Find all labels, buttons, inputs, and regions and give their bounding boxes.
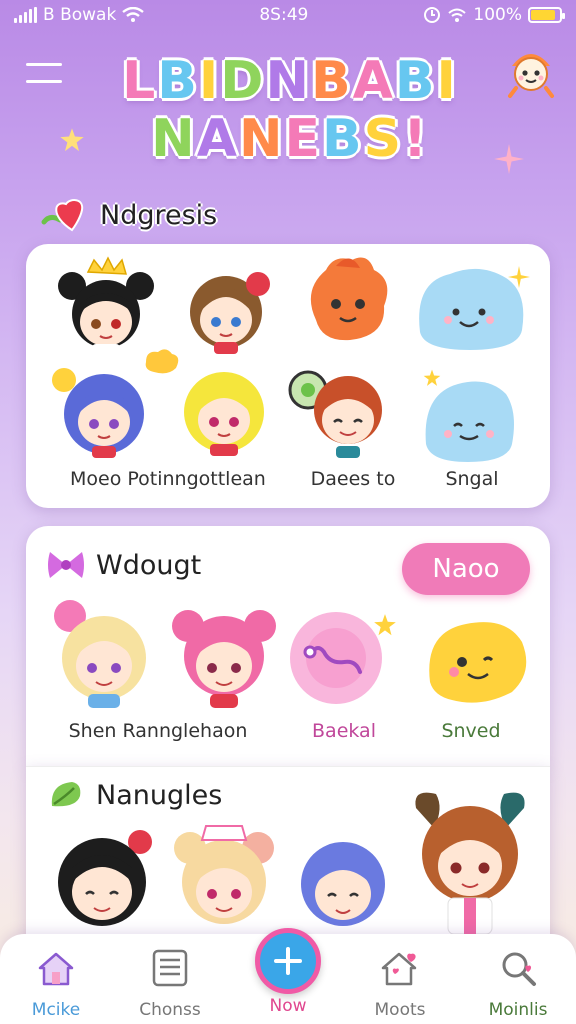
- sticker-caption: Sngal: [445, 468, 499, 490]
- title-letter: D: [219, 51, 266, 111]
- sticker-yellow-slime[interactable]: [422, 612, 534, 708]
- battery-fill: [531, 10, 555, 20]
- sticker-girl-black-hair[interactable]: [44, 824, 160, 934]
- heart-icon: [41, 199, 84, 232]
- title-line-1: LBIDNBABI: [110, 51, 470, 111]
- title-letter: B: [321, 109, 364, 169]
- sticker-girl-dog-ears[interactable]: [408, 788, 532, 934]
- leaf-icon: [51, 782, 81, 807]
- title-letter: I: [435, 51, 458, 111]
- status-left: B Bowak: [14, 5, 145, 25]
- app-title: LBIDNBABI NANEBS!: [110, 51, 470, 169]
- search-heart-icon: [496, 946, 540, 990]
- home-icon: [34, 946, 78, 990]
- section-heading-2: Wdougt: [46, 548, 201, 582]
- title-letter: !: [402, 109, 429, 169]
- title-letter: N: [238, 109, 285, 169]
- star-icon: [423, 369, 441, 386]
- section-heading-1: Ndgresis: [40, 196, 217, 234]
- title-letter: E: [283, 109, 323, 169]
- section-action-button[interactable]: Naoo: [402, 543, 530, 595]
- wifi-small-icon: [448, 8, 467, 22]
- sticker-boy-blue-hair[interactable]: [288, 824, 398, 934]
- status-bar: B Bowak 8S:49 100%: [0, 0, 576, 30]
- status-right: 100%: [423, 5, 565, 25]
- title-letter: I: [198, 51, 221, 111]
- title-letter: N: [264, 51, 311, 111]
- title-letter: L: [121, 51, 158, 111]
- star-icon: [374, 614, 396, 636]
- sticker-girl-blonde-bow[interactable]: [44, 596, 160, 712]
- nav-item-chonss[interactable]: Chonss: [120, 934, 220, 1024]
- new-button[interactable]: [255, 928, 321, 994]
- sparkle-icon: [508, 266, 530, 288]
- title-line-2: NANEBS!: [110, 109, 470, 169]
- status-time: 8S:49: [259, 5, 309, 25]
- sticker-girl-blue-hair[interactable]: [48, 362, 158, 462]
- battery-percent: 100%: [473, 5, 522, 25]
- sparkle-icon: [494, 144, 524, 174]
- sticker-caption: Baekal: [312, 720, 376, 742]
- mascot-icon[interactable]: [502, 44, 560, 102]
- section-title: Wdougt: [96, 549, 202, 581]
- section-heading-3: Nanugles: [46, 778, 222, 812]
- title-letter: B: [394, 51, 437, 111]
- sticker-fire-blob[interactable]: [296, 250, 396, 350]
- section-title: Nanugles: [96, 779, 223, 811]
- nav-item-moots[interactable]: Moots: [350, 934, 450, 1024]
- sticker-girl-yellow-hair[interactable]: [174, 362, 274, 462]
- menu-button[interactable]: [26, 58, 62, 88]
- sticker-girl-crown[interactable]: [52, 256, 160, 356]
- nav-label: Moinlis: [488, 1000, 548, 1020]
- nav-item-moinlis[interactable]: Moinlis: [468, 934, 568, 1024]
- sticker-girl-pink-hair[interactable]: [168, 600, 280, 712]
- star-icon: [60, 128, 84, 152]
- nav-label: Moots: [374, 1000, 426, 1020]
- nav-label-new: Now: [269, 996, 307, 1016]
- sticker-caption: Moeo Potinngottlean: [70, 468, 266, 490]
- sticker-boy-red-hair[interactable]: [286, 362, 396, 462]
- sticker-caption: Snved: [441, 720, 501, 742]
- wifi-icon: [122, 7, 145, 22]
- carrier-name: B Bowak: [43, 5, 117, 25]
- plus-icon: [274, 947, 302, 975]
- menu-line: [26, 80, 62, 83]
- section-title: Ndgresis: [100, 199, 218, 231]
- signal-icon: [14, 7, 37, 23]
- title-letter: N: [150, 109, 197, 169]
- sticker-caption: Daees to: [310, 468, 396, 490]
- nav-item-home[interactable]: Mcike: [6, 934, 106, 1024]
- title-letter: S: [363, 109, 404, 169]
- sticker-boy-brown[interactable]: [176, 262, 276, 358]
- title-letter: A: [352, 51, 395, 111]
- list-icon: [148, 946, 192, 990]
- house-heart-icon: [378, 946, 422, 990]
- alarm-icon: [424, 7, 441, 23]
- title-letter: B: [310, 51, 353, 111]
- title-letter: A: [196, 109, 239, 169]
- sticker-caption: Shen Ranngleh​aon: [68, 720, 248, 742]
- nav-label: Chonss: [139, 1000, 201, 1020]
- menu-line: [26, 63, 62, 66]
- title-letter: B: [156, 51, 199, 111]
- nav-label: Mcike: [31, 1000, 81, 1020]
- bow-icon: [48, 552, 84, 578]
- battery-icon: [528, 7, 565, 23]
- sticker-girl-nurse-cap[interactable]: [166, 818, 282, 934]
